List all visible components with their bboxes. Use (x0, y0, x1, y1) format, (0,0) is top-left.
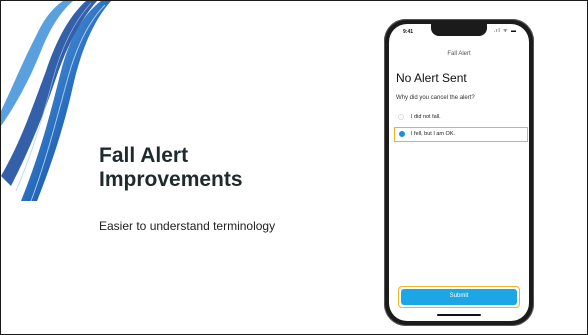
phone-mockup: 9:41 .ıl ᯤ ▬ Fall Alert No Alert Sent Wh… (384, 19, 534, 326)
radio-unselected-icon[interactable] (398, 114, 404, 120)
submit-highlight: Submit (398, 286, 520, 308)
nav-title: Fall Alert (447, 51, 471, 57)
option-label: I fell, but I am OK. (411, 131, 456, 137)
option-fell-but-ok[interactable]: I fell, but I am OK. (394, 127, 528, 142)
signal-wifi-battery-icon: .ıl ᯤ ▬ (493, 28, 517, 34)
headline-line-2: Improvements (99, 168, 243, 191)
slide-subhead: Easier to understand terminology (99, 219, 276, 233)
question-text: Why did you cancel the alert? (396, 95, 475, 101)
submit-button[interactable]: Submit (401, 289, 517, 305)
slide: Fall Alert Improvements Easier to unders… (0, 0, 588, 335)
option-did-not-fall[interactable]: I did not fall. (396, 110, 522, 124)
home-indicator (437, 314, 481, 316)
phone-screen: 9:41 .ıl ᯤ ▬ Fall Alert No Alert Sent Wh… (389, 24, 529, 321)
decorative-ribbon-graphic (1, 1, 111, 201)
status-time: 9:41 (403, 29, 414, 35)
headline-line-1: Fall Alert (99, 144, 189, 167)
option-label: I did not fall. (411, 114, 441, 120)
status-bar: 9:41 .ıl ᯤ ▬ (389, 28, 529, 38)
slide-headline: Fall Alert Improvements (99, 144, 329, 192)
screen-title: No Alert Sent (396, 71, 467, 85)
radio-selected-icon[interactable] (399, 131, 405, 137)
